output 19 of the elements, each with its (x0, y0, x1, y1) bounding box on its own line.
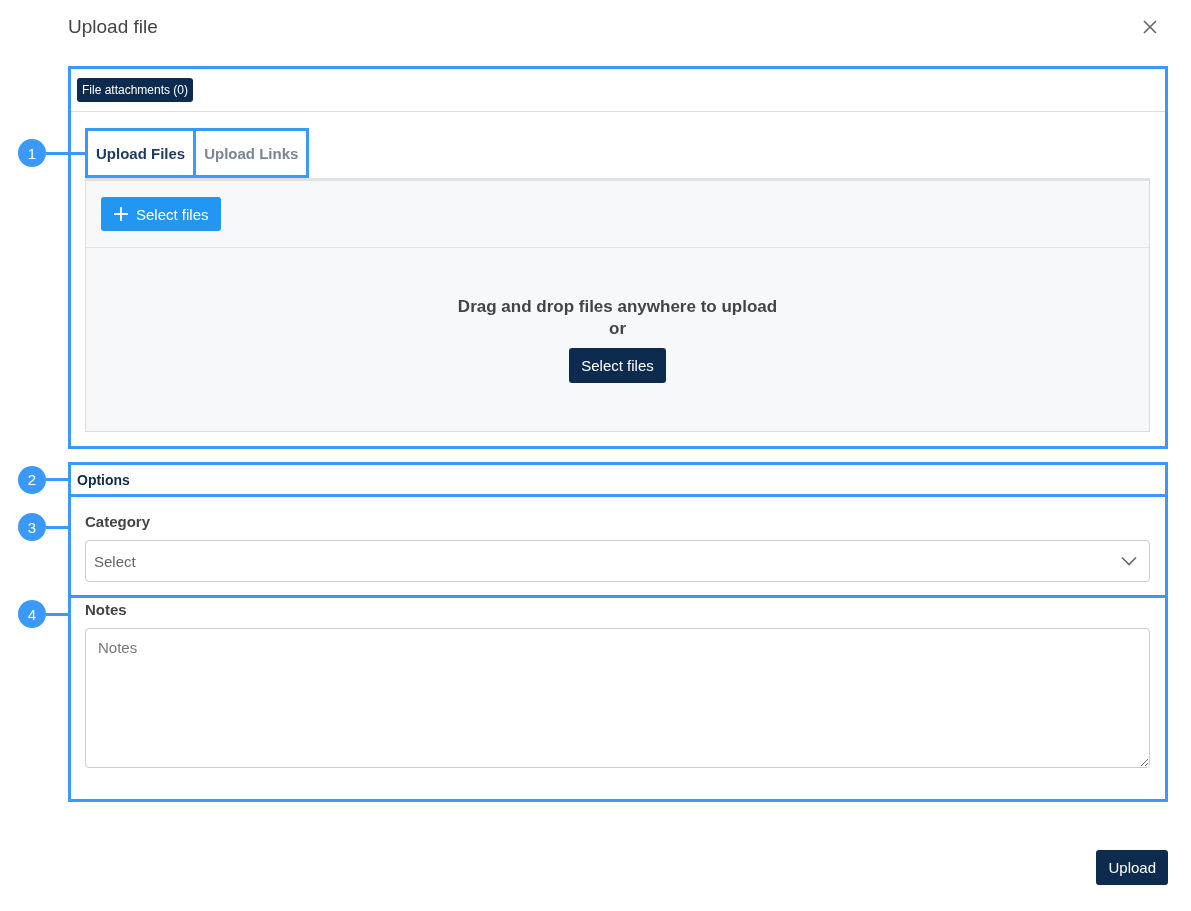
category-select[interactable]: Select (85, 540, 1150, 582)
callout-marker: 2 (18, 465, 46, 494)
drop-instruction: Drag and drop files anywhere to upload (457, 296, 778, 318)
notes-field[interactable]: Notes (85, 628, 1150, 768)
chevron-down-icon (1121, 556, 1137, 566)
callout-marker: 3 (18, 513, 46, 541)
or-text: or (609, 318, 626, 340)
section-title: Options (77, 471, 130, 488)
select-files-button[interactable]: Select files (569, 348, 666, 383)
attachments-badge: File attachments (0) (77, 78, 194, 102)
select-placeholder: Select (94, 552, 136, 570)
callout-marker: 1 (18, 139, 46, 167)
callout-marker: 4 (18, 600, 46, 628)
field-label: Notes (85, 601, 128, 618)
close-icon[interactable] (1143, 20, 1157, 34)
dialog-title: Upload file (68, 16, 158, 38)
plus-icon (113, 206, 129, 222)
upload-button[interactable]: Upload (1096, 850, 1168, 885)
field-label: Category (85, 513, 152, 530)
